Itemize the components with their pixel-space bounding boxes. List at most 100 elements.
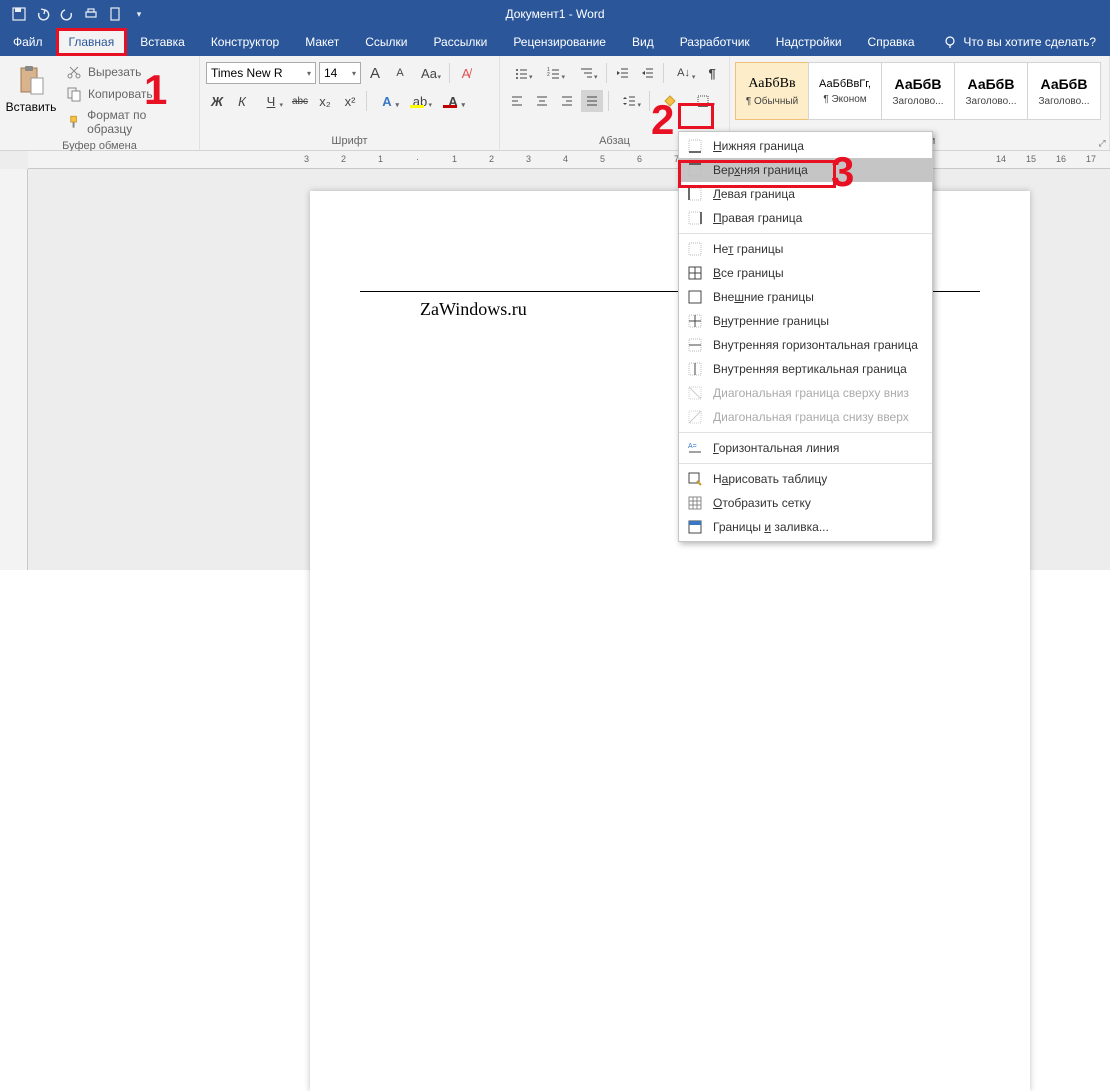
style-item-heading1[interactable]: АаБбВЗаголово... [881, 62, 955, 120]
bullets-button[interactable] [506, 62, 536, 84]
dd-horizontal-line[interactable]: A=Горизонтальная линия [679, 436, 932, 460]
dd-outside-borders[interactable]: Внешние границы [679, 285, 932, 309]
save-icon[interactable] [8, 3, 30, 25]
style-item-heading2[interactable]: АаБбВЗаголово... [954, 62, 1028, 120]
style-item-normal[interactable]: АаБбВв¶ Обычный [735, 62, 809, 120]
borders-button[interactable] [688, 90, 718, 112]
text-effects-button[interactable]: A [372, 90, 402, 112]
increase-indent-button[interactable] [636, 62, 658, 84]
tab-design[interactable]: Конструктор [198, 28, 292, 56]
styles-gallery[interactable]: АаБбВв¶ Обычный АаБбВвГг,¶ Эконом АаБбВЗ… [736, 60, 1101, 133]
superscript-button[interactable]: x² [339, 90, 361, 112]
multilevel-list-button[interactable] [571, 62, 601, 84]
tell-me-search[interactable]: Что вы хотите сделать? [929, 35, 1110, 49]
copy-button[interactable]: Копировать [62, 84, 193, 104]
decrease-indent-button[interactable] [612, 62, 634, 84]
shading-button[interactable] [655, 90, 685, 112]
new-doc-icon[interactable] [104, 3, 126, 25]
tab-insert[interactable]: Вставка [127, 28, 198, 56]
undo-icon[interactable] [32, 3, 54, 25]
tell-me-label: Что вы хотите сделать? [963, 35, 1096, 49]
bold-button[interactable]: Ж [206, 90, 228, 112]
borders-dropdown: Нижняя граница Верхняя граница Левая гра… [678, 131, 933, 542]
ribbon: Вставить Вырезать Копировать Формат по о… [0, 56, 1110, 151]
align-left-button[interactable] [506, 90, 528, 112]
copy-label: Копировать [88, 87, 153, 101]
window-title: Документ1 - Word [505, 7, 604, 21]
numbering-button[interactable]: 12 [539, 62, 569, 84]
tab-addins[interactable]: Надстройки [763, 28, 855, 56]
dd-no-border[interactable]: Нет границы [679, 237, 932, 261]
svg-text:A=: A= [688, 443, 697, 450]
subscript-button[interactable]: x₂ [314, 90, 336, 112]
vertical-ruler[interactable] [0, 169, 28, 570]
shrink-font-button[interactable]: A [389, 62, 411, 84]
style-item-heading3[interactable]: АаБбВЗаголово... [1027, 62, 1101, 120]
dd-draw-table[interactable]: Нарисовать таблицу [679, 467, 932, 491]
horizontal-ruler[interactable]: 321·123456789 14151617 [28, 151, 1110, 169]
lightbulb-icon [943, 35, 957, 49]
justify-button[interactable] [581, 90, 603, 112]
dd-diag-down: Диагональная граница сверху вниз [679, 381, 932, 405]
dd-borders-shading[interactable]: Границы и заливка... [679, 515, 932, 539]
dd-top-border[interactable]: Верхняя граница [679, 158, 932, 182]
qat-customize-icon[interactable]: ▾ [128, 3, 150, 25]
clipboard-group-label: Буфер обмена [6, 138, 193, 152]
font-group-label: Шрифт [206, 133, 493, 149]
format-painter-button[interactable]: Формат по образцу [62, 106, 193, 138]
strikethrough-button[interactable]: abc [289, 90, 311, 112]
paragraph-launcher-icon[interactable]: ⤢ [1096, 137, 1108, 149]
grow-font-button[interactable]: A [364, 62, 386, 84]
align-right-button[interactable] [556, 90, 578, 112]
tab-layout[interactable]: Макет [292, 28, 352, 56]
quick-print-icon[interactable] [80, 3, 102, 25]
dd-all-borders[interactable]: Все границы [679, 261, 932, 285]
brush-icon [66, 114, 81, 130]
tab-review[interactable]: Рецензирование [500, 28, 619, 56]
line-spacing-button[interactable] [614, 90, 644, 112]
font-color-button[interactable]: A [438, 90, 468, 112]
tab-mailings[interactable]: Рассылки [420, 28, 500, 56]
underline-button[interactable]: Ч [256, 90, 286, 112]
cut-label: Вырезать [88, 65, 141, 79]
svg-text:2: 2 [547, 72, 550, 78]
sort-button[interactable]: A↓ [669, 62, 699, 84]
format-painter-label: Формат по образцу [87, 108, 189, 136]
dd-view-gridlines[interactable]: Отобразить сетку [679, 491, 932, 515]
dd-right-border[interactable]: Правая граница [679, 206, 932, 230]
tab-developer[interactable]: Разработчик [667, 28, 763, 56]
cut-button[interactable]: Вырезать [62, 62, 193, 82]
paste-button[interactable]: Вставить [6, 60, 56, 138]
ribbon-tabs: Файл Главная Вставка Конструктор Макет С… [0, 28, 1110, 56]
italic-button[interactable]: К [231, 90, 253, 112]
change-case-button[interactable]: Aa [414, 62, 444, 84]
scissors-icon [66, 64, 82, 80]
redo-icon[interactable] [56, 3, 78, 25]
copy-icon [66, 86, 82, 102]
clear-formatting-button[interactable]: A̸ [455, 62, 477, 84]
dd-inside-v-border[interactable]: Внутренняя вертикальная граница [679, 357, 932, 381]
font-name-combo[interactable]: Times New R▾ [206, 62, 316, 84]
dd-bottom-border[interactable]: Нижняя граница [679, 134, 932, 158]
dd-inside-borders[interactable]: Внутренние границы [679, 309, 932, 333]
document-text: ZaWindows.ru [420, 299, 527, 320]
dd-left-border[interactable]: Левая граница [679, 182, 932, 206]
highlight-color-button[interactable]: ab [405, 90, 435, 112]
show-marks-button[interactable]: ¶ [701, 62, 723, 84]
quick-access-toolbar: ▾ [0, 3, 150, 25]
workspace: 321·123456789 14151617 ZaWindows.ru [0, 151, 1110, 570]
tab-home[interactable]: Главная [56, 28, 128, 56]
paste-label: Вставить [6, 100, 57, 114]
align-center-button[interactable] [531, 90, 553, 112]
tab-file[interactable]: Файл [0, 28, 56, 56]
group-clipboard: Вставить Вырезать Копировать Формат по о… [0, 56, 200, 150]
title-bar: ▾ Документ1 - Word [0, 0, 1110, 28]
font-size-combo[interactable]: 14▾ [319, 62, 361, 84]
dd-inside-h-border[interactable]: Внутренняя горизонтальная граница [679, 333, 932, 357]
tab-references[interactable]: Ссылки [352, 28, 420, 56]
tab-help[interactable]: Справка [855, 28, 928, 56]
tab-view[interactable]: Вид [619, 28, 667, 56]
style-item-econom[interactable]: АаБбВвГг,¶ Эконом [808, 62, 882, 120]
group-font: Times New R▾ 14▾ A A Aa A̸ Ж К Ч abc x₂ … [200, 56, 500, 150]
paste-icon [15, 64, 47, 96]
